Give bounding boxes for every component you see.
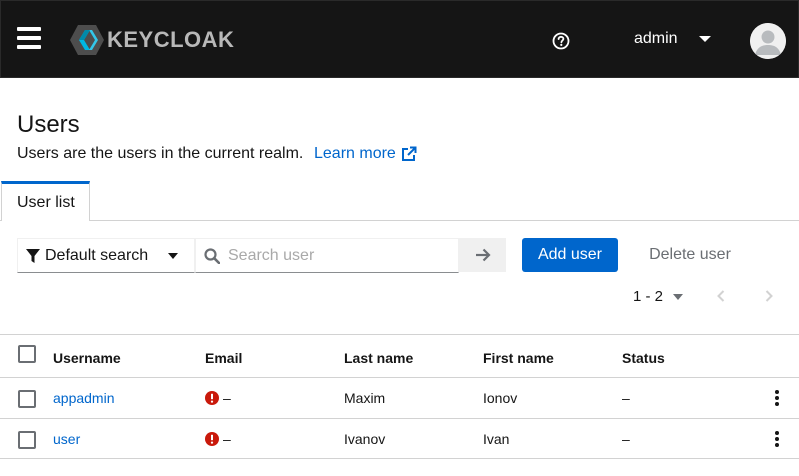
column-header-first-name[interactable]: First name bbox=[483, 350, 554, 366]
row-select-checkbox[interactable] bbox=[18, 431, 36, 449]
delete-user-button[interactable]: Delete user bbox=[634, 238, 746, 272]
tab-user-list[interactable]: User list bbox=[1, 181, 90, 221]
learn-more-label: Learn more bbox=[314, 145, 396, 162]
row-actions-kebab-icon[interactable] bbox=[770, 430, 784, 448]
pagination-range: 1 - 2 bbox=[633, 288, 664, 305]
add-user-button[interactable]: Add user bbox=[522, 238, 618, 272]
menu-icon[interactable] bbox=[17, 27, 41, 53]
page-title: Users bbox=[17, 111, 80, 138]
username-link[interactable]: appadmin bbox=[53, 390, 115, 406]
exclamation-circle-icon bbox=[205, 432, 219, 446]
email-value: – bbox=[223, 431, 231, 447]
first-name-cell: Ivan bbox=[483, 431, 510, 447]
search-type-label: Default search bbox=[45, 246, 149, 264]
select-all-checkbox[interactable] bbox=[18, 345, 36, 363]
next-page-button[interactable] bbox=[761, 287, 777, 305]
email-value: – bbox=[223, 390, 231, 406]
arrow-right-icon bbox=[475, 248, 491, 262]
caret-down-icon bbox=[698, 36, 711, 42]
page-description: Users are the users in the current realm… bbox=[17, 145, 304, 162]
first-name-cell: Ionov bbox=[483, 390, 518, 406]
row-select-checkbox[interactable] bbox=[18, 390, 36, 408]
avatar-icon[interactable] bbox=[750, 23, 786, 59]
angle-left-icon bbox=[717, 290, 725, 302]
search-type-dropdown[interactable]: Default search bbox=[17, 238, 195, 273]
help-icon[interactable] bbox=[552, 32, 570, 50]
row-divider bbox=[0, 458, 799, 459]
column-header-username[interactable]: Username bbox=[53, 350, 121, 366]
column-header-last-name[interactable]: Last name bbox=[344, 350, 413, 366]
row-divider bbox=[0, 418, 799, 419]
row-actions-kebab-icon[interactable] bbox=[770, 389, 784, 407]
search-submit-button[interactable] bbox=[459, 238, 506, 272]
exclamation-circle-icon bbox=[205, 391, 219, 405]
last-name-cell: Maxim bbox=[344, 390, 386, 406]
status-cell: – bbox=[622, 390, 630, 406]
email-cell: – bbox=[205, 390, 231, 406]
status-cell: – bbox=[622, 431, 630, 447]
learn-more-link[interactable]: Learn more bbox=[314, 145, 417, 163]
pagination-toggle[interactable]: 1 - 2 bbox=[633, 288, 684, 305]
filter-icon bbox=[26, 248, 40, 263]
masthead: KEYCLOAK admin bbox=[0, 0, 799, 78]
email-cell: – bbox=[205, 431, 231, 447]
search-input[interactable] bbox=[228, 246, 448, 265]
tabs-divider bbox=[0, 220, 799, 221]
username-link[interactable]: user bbox=[53, 431, 80, 447]
column-header-email[interactable]: Email bbox=[205, 350, 242, 366]
user-name: admin bbox=[634, 30, 678, 47]
search-icon bbox=[204, 247, 220, 264]
previous-page-button[interactable] bbox=[713, 287, 729, 305]
caret-down-icon bbox=[168, 253, 178, 259]
caret-down-icon bbox=[673, 293, 684, 300]
row-divider bbox=[0, 377, 799, 378]
brand-logo[interactable]: KEYCLOAK bbox=[69, 23, 234, 57]
table-top-divider bbox=[0, 334, 799, 335]
search-box bbox=[195, 238, 459, 273]
external-link-icon bbox=[401, 146, 417, 161]
keycloak-logo-icon bbox=[70, 25, 104, 55]
column-header-status[interactable]: Status bbox=[622, 350, 665, 366]
last-name-cell: Ivanov bbox=[344, 431, 386, 447]
brand-name: KEYCLOAK bbox=[107, 27, 235, 52]
angle-right-icon bbox=[765, 290, 773, 302]
user-dropdown[interactable]: admin bbox=[634, 30, 711, 48]
